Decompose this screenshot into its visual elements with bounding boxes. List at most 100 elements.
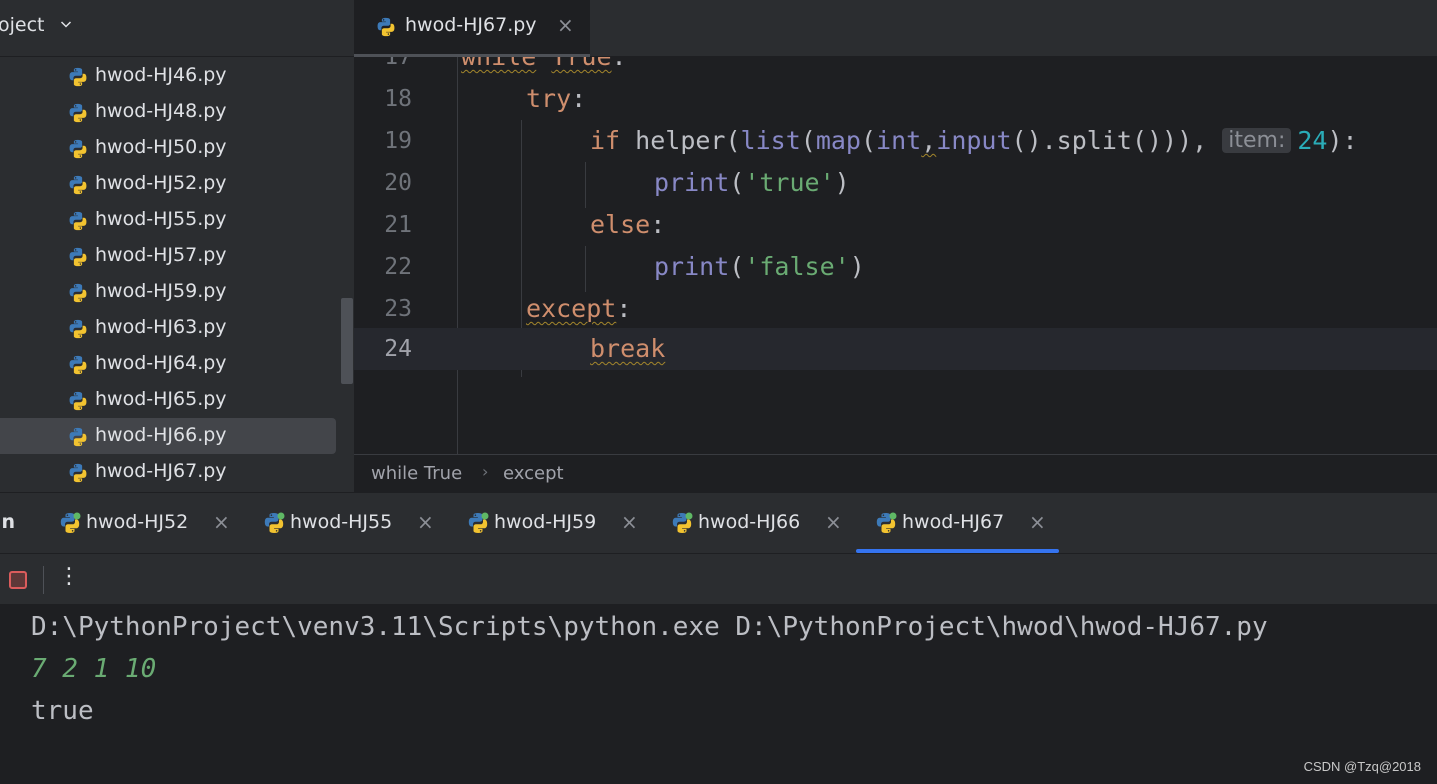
punctuation-token: ( (860, 126, 877, 155)
breadcrumb-separator-icon: › (482, 462, 489, 481)
python-file-icon (67, 246, 89, 268)
tree-item-label: hwod-HJ66.py (95, 424, 227, 446)
keyword-token: else (590, 210, 651, 239)
keyword-token: break (590, 334, 666, 363)
run-tab-bar: un hwod-HJ52 × hwod-HJ55 × hwod-HJ59 × h… (0, 492, 1437, 553)
sidebar-title[interactable]: oject (0, 14, 45, 36)
code-line-20[interactable]: 20 print('true') (354, 162, 1437, 204)
run-tab[interactable]: hwod-HJ66 × (670, 493, 850, 554)
tree-item-file[interactable]: hwod-HJ50.py (0, 130, 336, 166)
tree-item-file[interactable]: hwod-HJ67.py (0, 454, 336, 490)
tree-item-label: hwod-HJ55.py (95, 208, 227, 230)
punctuation-token: : (571, 84, 587, 113)
sidebar-header[interactable]: oject (0, 0, 354, 56)
run-tab-label: hwod-HJ67 (902, 511, 1005, 533)
python-file-icon (67, 390, 89, 412)
run-tab[interactable]: hwod-HJ52 × (58, 493, 238, 554)
stop-icon[interactable] (9, 571, 27, 589)
punctuation-token: : (616, 294, 632, 323)
tree-item-label: hwod-HJ50.py (95, 136, 227, 158)
code-text: if helper(list(map(int,input().split()))… (590, 126, 1358, 155)
python-file-icon (67, 318, 89, 340)
keyword-token: if (590, 126, 621, 155)
tree-item-file[interactable]: hwod-HJ55.py (0, 202, 336, 238)
tree-item-label: hwod-HJ64.py (95, 352, 227, 374)
code-line-22[interactable]: 22 print('false') (354, 246, 1437, 288)
breadcrumb-item[interactable]: while True (371, 463, 462, 484)
string-token: 'true' (744, 168, 835, 197)
run-panel-title: un (0, 511, 16, 533)
tree-item-label: hwod-HJ65.py (95, 388, 227, 410)
tree-item-file[interactable]: hwod-HJ57.py (0, 238, 336, 274)
line-number: 18 (384, 86, 412, 112)
code-line-24-current[interactable]: 24 break (354, 328, 1437, 370)
code-line-18[interactable]: 18 try: (354, 78, 1437, 120)
code-text: else: (590, 210, 665, 239)
python-file-icon (67, 462, 89, 484)
console-output-area[interactable]: D:\PythonProject\venv3.11\Scripts\python… (0, 604, 1437, 784)
tree-item-file[interactable]: hwod-HJ63.py (0, 310, 336, 346)
run-tab-label: hwod-HJ52 (86, 511, 189, 533)
more-vertical-icon[interactable]: ⋮ (58, 564, 80, 589)
console-command-line: D:\PythonProject\venv3.11\Scripts\python… (31, 612, 1268, 642)
punctuation-token: ( (729, 168, 745, 197)
punctuation-token: ( (725, 126, 741, 155)
tree-item-file[interactable]: hwod-HJ65.py (0, 382, 336, 418)
punctuation-token: ) (849, 252, 865, 281)
punctuation-token: ): (1327, 126, 1358, 155)
tree-item-file[interactable]: hwod-HJ48.py (0, 94, 336, 130)
breadcrumb-item[interactable]: except (503, 463, 564, 484)
string-token: 'false' (744, 252, 850, 281)
keyword-token: except (526, 294, 617, 323)
code-line-17[interactable]: 17 while True: (354, 57, 1437, 78)
tree-item-file[interactable]: hwod-HJ59.py (0, 274, 336, 310)
chevron-down-icon[interactable] (58, 16, 74, 32)
tree-item-file[interactable]: hwod-HJ46.py (0, 58, 336, 94)
punctuation-token: ) (834, 168, 850, 197)
tree-item-file[interactable]: hwod-HJ52.py (0, 166, 336, 202)
line-number: 22 (384, 254, 412, 280)
line-number: 24 (384, 336, 412, 362)
python-file-icon (375, 16, 397, 38)
code-text: try: (526, 84, 586, 113)
editor-tab[interactable]: hwod-HJ67.py × (354, 0, 590, 57)
run-tab[interactable]: hwod-HJ55 × (262, 493, 442, 554)
run-toolbar: ⋮ (0, 553, 1437, 604)
python-run-icon (466, 512, 489, 535)
close-icon[interactable]: × (825, 510, 842, 534)
python-file-icon (67, 66, 89, 88)
python-file-icon (67, 354, 89, 376)
builtin-token: print (654, 252, 730, 281)
tree-item-label: hwod-HJ52.py (95, 172, 227, 194)
python-file-icon (67, 174, 89, 196)
close-icon[interactable]: × (621, 510, 638, 534)
tree-item-label: hwod-HJ48.py (95, 100, 227, 122)
run-tab[interactable]: hwod-HJ59 × (466, 493, 646, 554)
builtin-token: map (815, 126, 861, 155)
code-line-19[interactable]: 19 if helper(list(map(int,input().split(… (354, 120, 1437, 162)
close-icon[interactable]: × (1029, 510, 1046, 534)
close-icon[interactable]: × (557, 13, 574, 37)
line-number: 21 (384, 212, 412, 238)
tree-item-label: hwod-HJ46.py (95, 64, 227, 86)
sidebar-divider (0, 56, 354, 57)
close-icon[interactable]: × (213, 510, 230, 534)
tree-item-file[interactable]: hwod-HJ64.py (0, 346, 336, 382)
code-area[interactable]: 17 while True: 18 try: 19 if helper(list… (354, 57, 1437, 454)
code-text: while True: (461, 57, 627, 71)
tree-item-file-selected[interactable]: hwod-HJ66.py (0, 418, 336, 454)
python-run-icon (874, 512, 897, 535)
close-icon[interactable]: × (417, 510, 434, 534)
tree-item-label: hwod-HJ59.py (95, 280, 227, 302)
editor-tab-label: hwod-HJ67.py (405, 14, 537, 36)
code-text: print('false') (654, 252, 865, 281)
sidebar-scrollbar[interactable] (341, 298, 353, 384)
line-number: 19 (384, 128, 412, 154)
code-line-23[interactable]: 23 except: (354, 288, 1437, 330)
code-line-21[interactable]: 21 else: (354, 204, 1437, 246)
run-tab-active[interactable]: hwod-HJ67 × (874, 493, 1054, 554)
toolbar-divider (43, 566, 44, 594)
punctuation-token: : (612, 57, 627, 71)
punctuation-token: ( (729, 252, 745, 281)
builtin-token: list (740, 126, 801, 155)
